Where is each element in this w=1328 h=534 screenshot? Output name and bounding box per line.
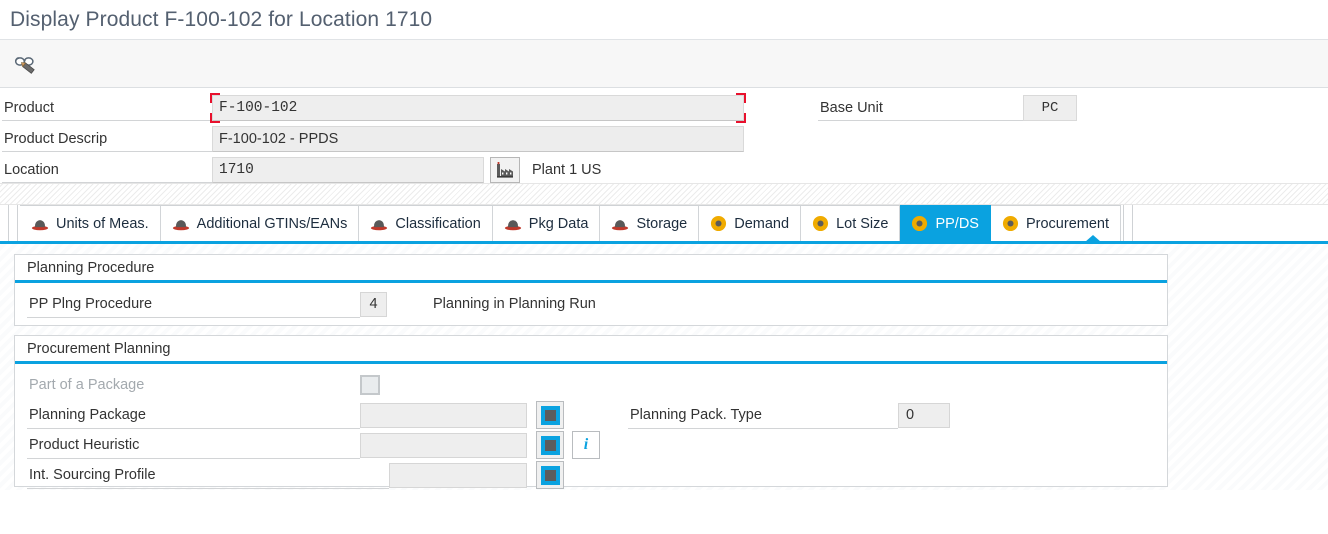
int-sourcing-profile-row: Int. Sourcing Profile: [27, 460, 1167, 490]
display-change-button[interactable]: [8, 47, 42, 81]
product-row: Product: [2, 93, 746, 123]
planning-package-input[interactable]: [360, 402, 527, 428]
page-title: Display Product F-100-102 for Location 1…: [10, 7, 433, 31]
tab-label: Additional GTINs/EANs: [196, 215, 348, 232]
int-sourcing-profile-input[interactable]: [389, 462, 527, 488]
tab-strip: Units of Meas. Additional GTINs/EANs Cla…: [0, 205, 1328, 242]
orb-icon: [1002, 215, 1019, 232]
panel-body: PP Plng Procedure 4 Planning in Planning…: [15, 283, 1167, 327]
product-descrip-row: Product Descrip: [2, 125, 744, 153]
tab-label: Lot Size: [836, 215, 889, 232]
product-field-wrapper: [210, 93, 746, 123]
panel-body: Part of a Package Planning Package Plann…: [15, 364, 1167, 498]
planning-pack-type-label: Planning Pack. Type: [628, 402, 898, 429]
window-title-bar: Display Product F-100-102 for Location 1…: [0, 0, 1328, 40]
tab-label: Pkg Data: [528, 215, 589, 232]
location-description: Plant 1 US: [532, 162, 602, 178]
product-heuristic-row: Product Heuristic i: [27, 430, 1167, 460]
required-bracket-bottom-left: [210, 113, 220, 123]
hat-icon: [31, 219, 49, 230]
tab-additional-gtins-eans[interactable]: Additional GTINs/EANs: [160, 205, 360, 241]
orb-icon: [711, 215, 727, 232]
section-separator: [0, 183, 1328, 205]
product-descrip-input[interactable]: [212, 126, 744, 152]
required-bracket-top-left: [210, 93, 220, 103]
hat-icon: [172, 219, 189, 230]
required-bracket-bottom-right: [736, 113, 746, 123]
required-bracket-top-right: [736, 93, 746, 103]
product-heuristic-info-button[interactable]: i: [572, 431, 600, 459]
planning-package-value-help-button[interactable]: [536, 401, 564, 429]
tab-label: PP/DS: [935, 215, 979, 232]
value-help-icon: [540, 465, 560, 485]
sap-product-master-screen: Display Product F-100-102 for Location 1…: [0, 0, 1328, 534]
product-label: Product: [2, 95, 212, 121]
tab-lot-size[interactable]: Lot Size: [801, 205, 901, 241]
panel-planning-procedure: Planning Procedure PP Plng Procedure 4 P…: [14, 254, 1168, 326]
panel-procurement-planning: Procurement Planning Part of a Package P…: [14, 335, 1168, 489]
location-row: Location Plant 1 US: [2, 156, 601, 184]
location-plant-button[interactable]: [490, 157, 520, 183]
planning-package-label: Planning Package: [27, 402, 360, 429]
tab-procurement[interactable]: Procurement: [990, 205, 1121, 241]
application-toolbar: [0, 40, 1328, 88]
tab-content-pp-ds: Planning Procedure PP Plng Procedure 4 P…: [0, 244, 1328, 490]
tab-scroll-gutter-right[interactable]: [1123, 205, 1133, 241]
pp-plng-procedure-label: PP Plng Procedure: [27, 291, 360, 318]
location-input[interactable]: [212, 157, 484, 183]
orb-icon: [912, 215, 928, 232]
product-header-form: Product Product Descrip Location: [0, 88, 1328, 183]
plant-factory-icon: [497, 162, 513, 178]
panel-title: Planning Procedure: [15, 255, 1167, 283]
hat-icon: [371, 219, 388, 230]
tab-pp-ds[interactable]: PP/DS: [900, 205, 991, 241]
base-unit-label: Base Unit: [818, 95, 1023, 121]
tab-label: Units of Meas.: [56, 215, 149, 232]
product-heuristic-input[interactable]: [360, 432, 527, 458]
value-help-icon: [540, 435, 560, 455]
active-tab-indicator: [1085, 235, 1101, 242]
planning-pack-type-value[interactable]: 0: [898, 402, 950, 428]
tab-label: Classification: [395, 215, 481, 232]
product-heuristic-value-help-button[interactable]: [536, 431, 564, 459]
base-unit-row: Base Unit PC: [818, 94, 1077, 122]
int-sourcing-profile-value-help-button[interactable]: [536, 461, 564, 489]
tab-label: Demand: [734, 215, 790, 232]
panel-title: Procurement Planning: [15, 336, 1167, 364]
tab-demand[interactable]: Demand: [699, 205, 802, 241]
hat-icon: [612, 219, 629, 230]
value-help-icon: [540, 405, 560, 425]
product-descrip-label: Product Descrip: [2, 126, 212, 152]
part-of-package-label: Part of a Package: [29, 376, 145, 393]
tab-storage[interactable]: Storage: [600, 205, 700, 241]
pp-plng-procedure-value[interactable]: 4: [360, 291, 387, 317]
tab-scroll-gutter-left[interactable]: [8, 205, 18, 241]
tab-label: Procurement: [1025, 215, 1109, 232]
tab-pkg-data[interactable]: Pkg Data: [492, 205, 601, 241]
part-of-package-checkbox: [360, 375, 380, 395]
location-label: Location: [2, 157, 212, 183]
tab-units-of-meas[interactable]: Units of Meas.: [20, 205, 161, 241]
planning-package-row: Planning Package Planning Pack. Type 0: [27, 400, 1167, 430]
pp-plng-procedure-description: Planning in Planning Run: [433, 296, 596, 312]
base-unit-value[interactable]: PC: [1023, 95, 1077, 121]
glasses-pencil-icon: [14, 56, 35, 74]
int-sourcing-profile-label: Int. Sourcing Profile: [27, 462, 389, 489]
tab-label: Storage: [636, 215, 688, 232]
part-of-package-row: Part of a Package: [27, 370, 1167, 400]
tab-classification[interactable]: Classification: [359, 205, 493, 241]
product-heuristic-label: Product Heuristic: [27, 432, 360, 459]
orb-icon: [813, 215, 829, 232]
hat-icon: [504, 219, 521, 230]
pp-plng-procedure-row: PP Plng Procedure 4 Planning in Planning…: [27, 289, 1167, 319]
product-input[interactable]: [212, 95, 744, 121]
